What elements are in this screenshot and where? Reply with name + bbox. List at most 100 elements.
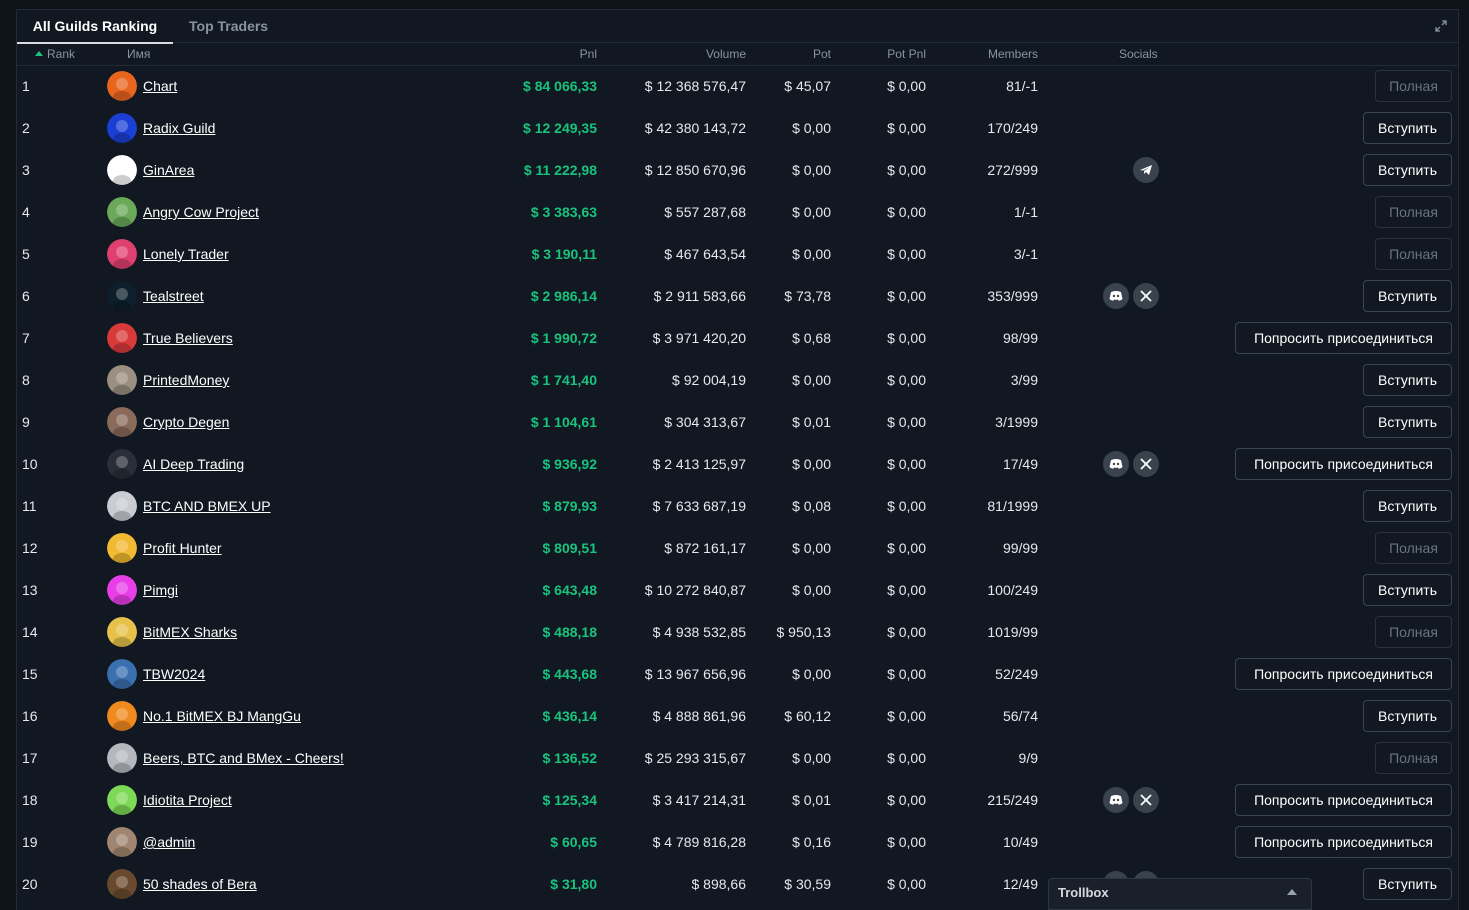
pot-cell: $ 30,59 bbox=[784, 876, 831, 892]
trollbox-panel[interactable]: Trollbox bbox=[1048, 878, 1312, 910]
members-cell: 17/49 bbox=[1002, 456, 1038, 472]
rank-cell: 14 bbox=[22, 624, 38, 640]
join-button[interactable]: Вступить bbox=[1363, 364, 1452, 396]
table-row: 1 Chart $ 84 066,33 $ 12 368 576,47 $ 45,07 $… bbox=[17, 65, 1458, 107]
telegram-icon[interactable] bbox=[1133, 157, 1159, 183]
ginarea-avatar bbox=[107, 155, 137, 185]
guild-name-link[interactable]: TBW2024 bbox=[143, 653, 205, 695]
join-button[interactable]: Вступить bbox=[1363, 154, 1452, 186]
cat-avatar bbox=[107, 827, 137, 857]
pot-cell: $ 0,00 bbox=[792, 120, 831, 136]
guild-name-link[interactable]: @admin bbox=[143, 821, 195, 863]
volume-cell: $ 4 789 816,28 bbox=[652, 834, 746, 850]
pot-cell: $ 0,00 bbox=[792, 582, 831, 598]
request-join-button[interactable]: Попросить присоединиться bbox=[1235, 658, 1452, 690]
tab-top-traders[interactable]: Top Traders bbox=[189, 10, 268, 42]
pot-cell: $ 0,00 bbox=[792, 162, 831, 178]
pot-pnl-cell: $ 0,00 bbox=[887, 78, 926, 94]
pot-cell: $ 60,12 bbox=[784, 708, 831, 724]
join-button[interactable]: Вступить bbox=[1363, 406, 1452, 438]
guild-name-link[interactable]: Crypto Degen bbox=[143, 401, 229, 443]
table-header: Rank Имя Pnl Volume Pot Pot Pnl Members … bbox=[17, 43, 1458, 66]
members-cell: 215/249 bbox=[987, 792, 1038, 808]
pot-cell: $ 950,13 bbox=[776, 624, 832, 640]
pot-pnl-cell: $ 0,00 bbox=[887, 834, 926, 850]
rank-cell: 18 bbox=[22, 792, 38, 808]
guild-name-link[interactable]: AI Deep Trading bbox=[143, 443, 244, 485]
join-button[interactable]: Вступить bbox=[1363, 868, 1452, 900]
join-button[interactable]: Вступить bbox=[1363, 112, 1452, 144]
discord-icon[interactable] bbox=[1103, 787, 1129, 813]
volume-cell: $ 3 417 214,31 bbox=[652, 792, 746, 808]
pot-pnl-cell: $ 0,00 bbox=[887, 330, 926, 346]
expand-icon[interactable] bbox=[1434, 19, 1448, 33]
pot-cell: $ 0,00 bbox=[792, 666, 831, 682]
discord-icon[interactable] bbox=[1103, 451, 1129, 477]
guild-name-link[interactable]: BitMEX Sharks bbox=[143, 611, 237, 653]
pnl-cell: $ 1 741,40 bbox=[530, 372, 597, 388]
guild-name-link[interactable]: Beers, BTC and BMex - Cheers! bbox=[143, 737, 344, 779]
table-row: 14 BitMEX Sharks $ 488,18 $ 4 938 532,85 $ 9… bbox=[17, 611, 1458, 653]
volume-cell: $ 7 633 687,19 bbox=[652, 498, 746, 514]
guild-name-link[interactable]: Tealstreet bbox=[143, 275, 204, 317]
bmex-grey-avatar bbox=[107, 491, 137, 521]
pot-pnl-cell: $ 0,00 bbox=[887, 372, 926, 388]
pot-cell: $ 0,01 bbox=[792, 414, 831, 430]
trollbox-label: Trollbox bbox=[1058, 885, 1109, 900]
tab-all-guilds-ranking[interactable]: All Guilds Ranking bbox=[17, 10, 173, 44]
pot-pnl-column-header[interactable]: Pot Pnl bbox=[887, 43, 926, 65]
volume-cell: $ 4 888 861,96 bbox=[652, 708, 746, 724]
guild-name-link[interactable]: Profit Hunter bbox=[143, 527, 222, 569]
rank-column-header[interactable]: Rank bbox=[35, 43, 75, 65]
guild-name-link[interactable]: Pimgi bbox=[143, 569, 178, 611]
chevron-up-icon[interactable] bbox=[1287, 889, 1297, 895]
pot-cell: $ 0,16 bbox=[792, 834, 831, 850]
volume-cell: $ 2 911 583,66 bbox=[653, 288, 746, 304]
guild-name-link[interactable]: BTC AND BMEX UP bbox=[143, 485, 271, 527]
pot-cell: $ 0,00 bbox=[792, 540, 831, 556]
guild-name-link[interactable]: True Believers bbox=[143, 317, 233, 359]
join-button[interactable]: Вступить bbox=[1363, 280, 1452, 312]
join-button[interactable]: Вступить bbox=[1363, 700, 1452, 732]
table-row: 7 True Believers $ 1 990,72 $ 3 971 420,20 $… bbox=[17, 317, 1458, 359]
pot-column-header[interactable]: Pot bbox=[813, 43, 831, 65]
guild-name-link[interactable]: No.1 BitMEX BJ MangGu bbox=[143, 695, 301, 737]
x-icon[interactable] bbox=[1133, 787, 1159, 813]
bitcoin-pink-avatar bbox=[107, 575, 137, 605]
request-join-button[interactable]: Попросить присоединиться bbox=[1235, 826, 1452, 858]
discord-icon[interactable] bbox=[1103, 283, 1129, 309]
request-join-button[interactable]: Попросить присоединиться bbox=[1235, 784, 1452, 816]
request-join-button[interactable]: Попросить присоединиться bbox=[1235, 322, 1452, 354]
guild-name-link[interactable]: PrintedMoney bbox=[143, 359, 229, 401]
join-button[interactable]: Вступить bbox=[1363, 574, 1452, 606]
pnl-column-header[interactable]: Pnl bbox=[580, 43, 597, 65]
guild-name-link[interactable]: 50 shades of Bera bbox=[143, 863, 257, 905]
pnl-cell: $ 12 249,35 bbox=[523, 120, 597, 136]
volume-column-header[interactable]: Volume bbox=[706, 43, 746, 65]
join-button[interactable]: Вступить bbox=[1363, 490, 1452, 522]
guilds-panel: All Guilds Ranking Top Traders Rank Имя … bbox=[16, 9, 1459, 910]
pnl-cell: $ 1 104,61 bbox=[530, 414, 597, 430]
members-cell: 1/-1 bbox=[1013, 204, 1038, 220]
pot-pnl-cell: $ 0,00 bbox=[887, 876, 926, 892]
rank-cell: 7 bbox=[22, 330, 30, 346]
guild-name-link[interactable]: Lonely Trader bbox=[143, 233, 229, 275]
x-icon[interactable] bbox=[1133, 451, 1159, 477]
name-column-header[interactable]: Имя bbox=[127, 43, 150, 65]
pot-cell: $ 0,00 bbox=[792, 246, 831, 262]
pot-cell: $ 0,00 bbox=[792, 750, 831, 766]
cartoon-avatar bbox=[107, 659, 137, 689]
guild-name-link[interactable]: Idiotita Project bbox=[143, 779, 232, 821]
members-column-header[interactable]: Members bbox=[988, 43, 1038, 65]
pot-cell: $ 0,08 bbox=[792, 498, 831, 514]
guild-name-link[interactable]: Angry Cow Project bbox=[143, 191, 259, 233]
rank-cell: 20 bbox=[22, 876, 38, 892]
guild-name-link[interactable]: GinArea bbox=[143, 149, 194, 191]
guild-name-link[interactable]: Chart bbox=[143, 65, 177, 107]
guild-name-link[interactable]: Radix Guild bbox=[143, 107, 215, 149]
rank-cell: 10 bbox=[22, 456, 38, 472]
request-join-button[interactable]: Попросить присоединиться bbox=[1235, 448, 1452, 480]
x-icon[interactable] bbox=[1133, 283, 1159, 309]
members-cell: 100/249 bbox=[987, 582, 1038, 598]
pot-pnl-cell: $ 0,00 bbox=[887, 246, 926, 262]
